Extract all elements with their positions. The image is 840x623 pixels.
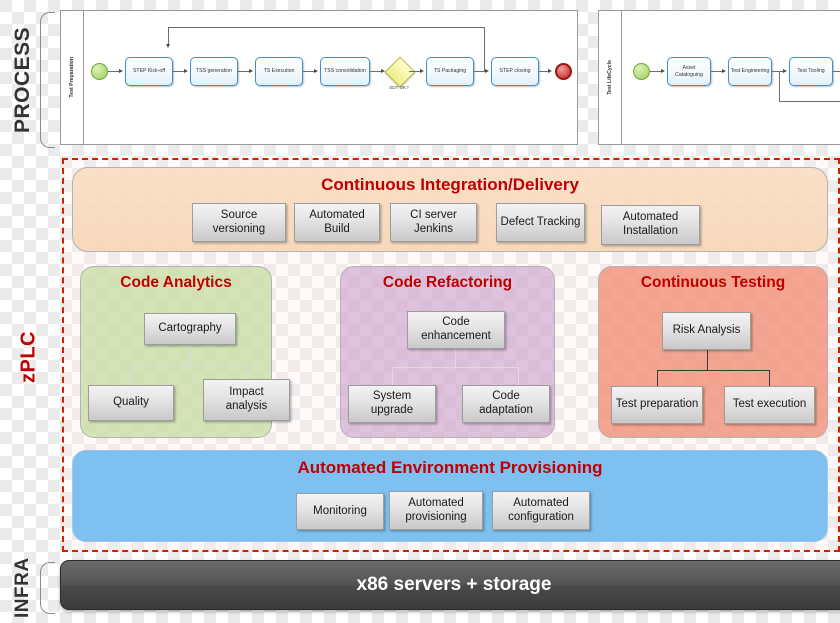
chip-automated-build[interactable]: Automated Build	[294, 203, 380, 242]
lane-header: Test Preparation	[61, 11, 84, 144]
flow-r4	[833, 71, 840, 72]
lane-body-right: Asset Cataloguing Test Engineering Test …	[621, 11, 840, 144]
chip-system-upgrade[interactable]: System upgrade	[348, 385, 436, 423]
chip-code-adaptation[interactable]: Code adaptation	[462, 385, 550, 423]
panel-title-ci: Continuous Integration/Delivery	[321, 175, 579, 194]
end-event-icon	[555, 63, 572, 80]
connector-ct-right	[769, 370, 771, 386]
chip-ci-server-jenkins[interactable]: CI server Jenkins	[390, 203, 477, 242]
task-tss-generation[interactable]: TSS generation	[190, 57, 238, 86]
task-tss-consolidation[interactable]: TSS consolidation	[320, 57, 370, 86]
panel-title-code-refactoring: Code Refactoring	[382, 274, 513, 291]
chip-impact-analysis[interactable]: Impact analysis	[203, 379, 290, 421]
process-bracket	[40, 12, 55, 148]
flow-loop-left	[168, 27, 169, 45]
chip-monitoring[interactable]: Monitoring	[296, 493, 384, 530]
arrow-1	[119, 68, 123, 73]
chip-defect-tracking[interactable]: Defect Tracking	[496, 203, 585, 242]
diagram-canvas: PROCESS zPLC INFRA Test Preparation STEP…	[0, 0, 840, 623]
chip-cartography[interactable]: Cartography	[144, 313, 236, 345]
connector-cr-left	[392, 367, 394, 385]
chip-test-execution[interactable]: Test execution	[724, 386, 815, 424]
arrow-loop-down	[165, 44, 170, 48]
task-test-tooling[interactable]: Test Tooling	[789, 57, 833, 86]
connector-cr-right	[518, 367, 520, 385]
arrow-r3	[783, 68, 787, 73]
gateway-label: SDT OK?	[389, 85, 409, 90]
arrow-r2	[722, 68, 726, 73]
chip-automated-installation[interactable]: Automated Installation	[601, 205, 700, 245]
infra-bar: x86 servers + storage	[60, 560, 840, 610]
band-label-process: PROCESS	[11, 26, 34, 134]
arrow-8	[548, 68, 552, 73]
lane-title-label: Test Preparation	[69, 57, 75, 98]
connector-ct-stem	[707, 349, 709, 370]
task-test-engineering[interactable]: Test Engineering	[728, 57, 772, 86]
task-ts-execution[interactable]: TS Execution	[255, 57, 303, 86]
band-label-infra: INFRA	[12, 557, 33, 619]
start-event-icon-right	[633, 63, 650, 80]
connector-ca-bar	[131, 366, 250, 368]
task-step-closing[interactable]: STEP closing	[491, 57, 539, 86]
arrow-7	[485, 68, 489, 73]
lane-header-right: Test LifeCycle	[599, 11, 622, 144]
panel-title-env-provisioning: Automated Environment Provisioning	[297, 458, 603, 477]
chip-automated-configuration[interactable]: Automated configuration	[492, 491, 590, 530]
lane-title-label-right: Test LifeCycle	[607, 60, 613, 95]
flow-r-return-h	[779, 101, 840, 102]
chip-source-versioning[interactable]: Source versioning	[192, 203, 286, 242]
connector-ca-left	[131, 366, 133, 386]
lane-body: STEP Kick-off TSS generation TS Executio…	[83, 11, 577, 144]
task-asset-cataloguing[interactable]: Asset Cataloguing	[667, 57, 711, 86]
chip-quality[interactable]: Quality	[88, 385, 174, 421]
arrow-r1	[661, 68, 665, 73]
panel-title-code-analytics: Code Analytics	[120, 274, 232, 291]
connector-cr-bar	[392, 367, 519, 369]
chip-test-preparation[interactable]: Test preparation	[611, 386, 703, 424]
bpmn-panel-test-lifecycle: Test LifeCycle Asset Cataloguing Test En…	[598, 10, 840, 145]
infra-bracket	[40, 562, 55, 614]
flow-loop-right	[484, 27, 485, 71]
chip-automated-provisioning[interactable]: Automated provisioning	[389, 491, 483, 530]
connector-ca-stem	[190, 344, 192, 366]
arrow-3	[249, 68, 253, 73]
task-step-kickoff[interactable]: STEP Kick-off	[125, 57, 173, 86]
arrow-2	[184, 68, 188, 73]
flow-r-return-v	[779, 71, 780, 101]
bpmn-panel-test-preparation: Test Preparation STEP Kick-off TSS gener…	[60, 10, 578, 145]
gateway-sdt-ok[interactable]	[384, 56, 416, 88]
connector-ct-bar	[657, 370, 770, 372]
arrow-4	[314, 68, 318, 73]
chip-risk-analysis[interactable]: Risk Analysis	[662, 312, 751, 350]
task-ts-packaging[interactable]: TS Packaging	[426, 57, 474, 86]
flow-loop-top	[168, 27, 484, 28]
panel-title-continuous-testing: Continuous Testing	[640, 274, 786, 291]
arrow-6	[420, 68, 424, 73]
start-event-icon	[91, 63, 108, 80]
chip-code-enhancement[interactable]: Code enhancement	[407, 311, 505, 349]
connector-cr-stem	[455, 348, 457, 367]
band-label-zplc: zPLC	[17, 331, 40, 384]
connector-ca-right	[249, 366, 251, 378]
connector-ct-left	[657, 370, 659, 386]
